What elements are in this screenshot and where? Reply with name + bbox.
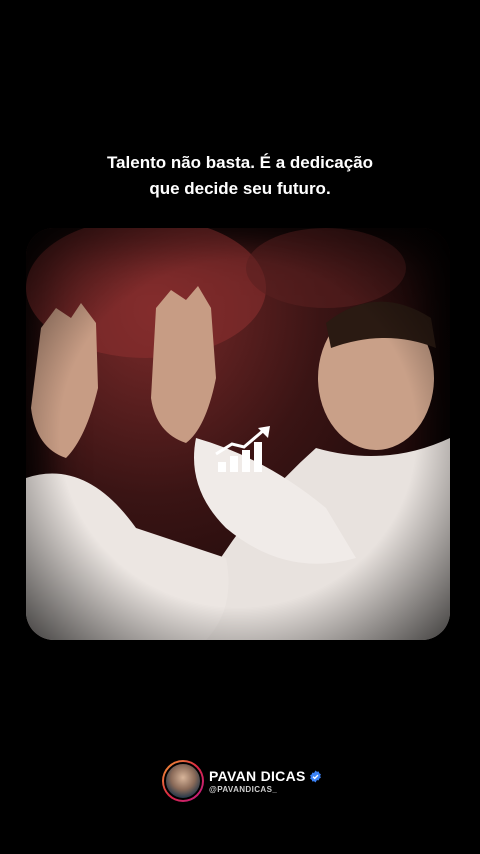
- profile-handle: @PAVANDICAS_: [209, 785, 278, 794]
- growth-chart-icon: [215, 426, 270, 472]
- verified-badge-icon: [309, 770, 321, 782]
- avatar[interactable]: [162, 760, 204, 802]
- caption-text: Talento não basta. É a dedicação que dec…: [40, 150, 440, 202]
- caption-line-1: Talento não basta. É a dedicação: [106, 153, 374, 172]
- profile-name[interactable]: PAVAN DICAS: [209, 768, 306, 784]
- caption-line-2: que decide seu futuro.: [149, 179, 331, 198]
- profile-names: PAVAN DICAS @PAVANDICAS_: [209, 768, 322, 794]
- profile-credit[interactable]: PAVAN DICAS @PAVANDICAS_: [162, 760, 322, 802]
- name-row: PAVAN DICAS: [209, 768, 322, 784]
- avatar-image: [164, 762, 202, 800]
- reel-page: Talento não basta. É a dedicação que dec…: [0, 0, 480, 854]
